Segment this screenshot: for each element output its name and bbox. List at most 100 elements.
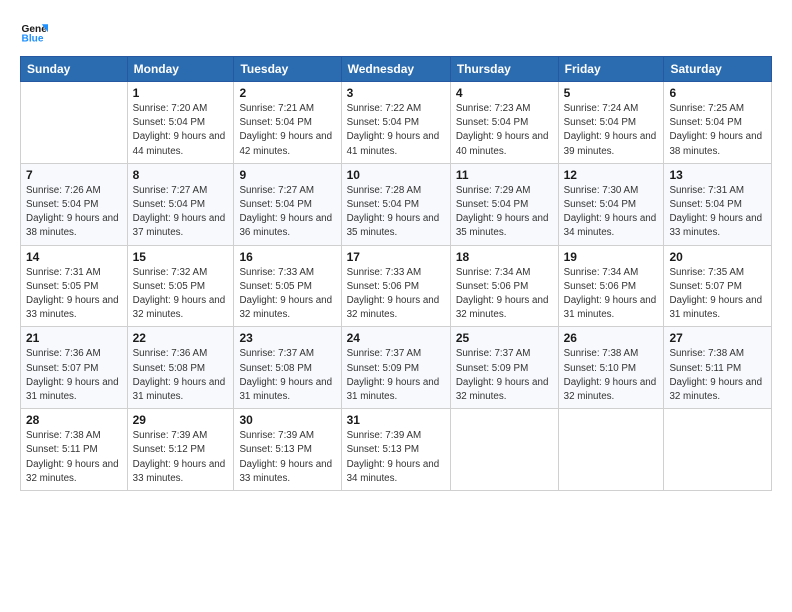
cell-day-number: 17 xyxy=(347,250,445,264)
cell-day-number: 7 xyxy=(26,168,122,182)
cell-info: Sunrise: 7:22 AMSunset: 5:04 PMDaylight:… xyxy=(347,102,445,159)
header-monday: Monday xyxy=(127,57,234,82)
cell-info: Sunrise: 7:38 AMSunset: 5:11 PMDaylight:… xyxy=(26,429,122,486)
cell-info: Sunrise: 7:29 AMSunset: 5:04 PMDaylight:… xyxy=(456,184,553,241)
calendar-cell xyxy=(558,409,664,491)
calendar-cell: 20Sunrise: 7:35 AMSunset: 5:07 PMDayligh… xyxy=(664,245,772,327)
calendar-cell: 21 Sunrise: 7:36 AMSunset: 5:07 PMDayligh… xyxy=(21,327,128,409)
cell-info: Sunrise: 7:25 AMSunset: 5:04 PMDaylight:… xyxy=(669,102,766,159)
header: General Blue xyxy=(20,18,772,46)
cell-info: Sunrise: 7:23 AMSunset: 5:04 PMDaylight:… xyxy=(456,102,553,159)
cell-info: Sunrise: 7:38 AMSunset: 5:11 PMDaylight:… xyxy=(669,347,766,404)
calendar-week-3: 21 Sunrise: 7:36 AMSunset: 5:07 PMDayligh… xyxy=(21,327,772,409)
cell-info: Sunrise: 7:37 AMSunset: 5:09 PMDaylight:… xyxy=(456,347,553,404)
cell-day-number: 25 xyxy=(456,331,553,345)
cell-day-number: 30 xyxy=(239,413,335,427)
calendar-cell: 24 Sunrise: 7:37 AMSunset: 5:09 PMDayligh… xyxy=(341,327,450,409)
cell-info: Sunrise: 7:31 AMSunset: 5:04 PMDaylight:… xyxy=(669,184,766,241)
calendar-cell: 12Sunrise: 7:30 AMSunset: 5:04 PMDayligh… xyxy=(558,163,664,245)
cell-day-number: 29 xyxy=(133,413,229,427)
cell-day-number: 18 xyxy=(456,250,553,264)
calendar-cell: 15 Sunrise: 7:32 AMSunset: 5:05 PMDayligh… xyxy=(127,245,234,327)
cell-day-number: 1 xyxy=(133,86,229,100)
calendar-cell: 1 Sunrise: 7:20 AMSunset: 5:04 PMDaylight… xyxy=(127,82,234,164)
calendar-cell: 11 Sunrise: 7:29 AMSunset: 5:04 PMDayligh… xyxy=(450,163,558,245)
cell-day-number: 4 xyxy=(456,86,553,100)
cell-day-number: 26 xyxy=(564,331,659,345)
header-sunday: Sunday xyxy=(21,57,128,82)
cell-day-number: 23 xyxy=(239,331,335,345)
cell-day-number: 20 xyxy=(669,250,766,264)
cell-day-number: 9 xyxy=(239,168,335,182)
cell-day-number: 11 xyxy=(456,168,553,182)
calendar-cell: 29 Sunrise: 7:39 AMSunset: 5:12 PMDayligh… xyxy=(127,409,234,491)
cell-info: Sunrise: 7:33 AMSunset: 5:06 PMDaylight:… xyxy=(347,266,445,323)
calendar-week-2: 14 Sunrise: 7:31 AMSunset: 5:05 PMDayligh… xyxy=(21,245,772,327)
calendar-cell: 10 Sunrise: 7:28 AMSunset: 5:04 PMDayligh… xyxy=(341,163,450,245)
header-wednesday: Wednesday xyxy=(341,57,450,82)
calendar-cell: 14 Sunrise: 7:31 AMSunset: 5:05 PMDayligh… xyxy=(21,245,128,327)
cell-info: Sunrise: 7:36 AMSunset: 5:07 PMDaylight:… xyxy=(26,347,122,404)
calendar-week-1: 7Sunrise: 7:26 AMSunset: 5:04 PMDaylight… xyxy=(21,163,772,245)
cell-day-number: 3 xyxy=(347,86,445,100)
calendar-cell: 4 Sunrise: 7:23 AMSunset: 5:04 PMDaylight… xyxy=(450,82,558,164)
cell-day-number: 8 xyxy=(133,168,229,182)
calendar-cell: 7Sunrise: 7:26 AMSunset: 5:04 PMDaylight… xyxy=(21,163,128,245)
cell-day-number: 22 xyxy=(133,331,229,345)
cell-info: Sunrise: 7:38 AMSunset: 5:10 PMDaylight:… xyxy=(564,347,659,404)
cell-info: Sunrise: 7:37 AMSunset: 5:09 PMDaylight:… xyxy=(347,347,445,404)
cell-day-number: 14 xyxy=(26,250,122,264)
cell-info: Sunrise: 7:33 AMSunset: 5:05 PMDaylight:… xyxy=(239,266,335,323)
cell-info: Sunrise: 7:20 AMSunset: 5:04 PMDaylight:… xyxy=(133,102,229,159)
calendar-cell: 26 Sunrise: 7:38 AMSunset: 5:10 PMDayligh… xyxy=(558,327,664,409)
header-friday: Friday xyxy=(558,57,664,82)
calendar-cell: 19 Sunrise: 7:34 AMSunset: 5:06 PMDayligh… xyxy=(558,245,664,327)
cell-info: Sunrise: 7:36 AMSunset: 5:08 PMDaylight:… xyxy=(133,347,229,404)
header-tuesday: Tuesday xyxy=(234,57,341,82)
calendar-cell: 13 Sunrise: 7:31 AMSunset: 5:04 PMDayligh… xyxy=(664,163,772,245)
header-saturday: Saturday xyxy=(664,57,772,82)
cell-day-number: 10 xyxy=(347,168,445,182)
cell-day-number: 24 xyxy=(347,331,445,345)
cell-day-number: 28 xyxy=(26,413,122,427)
calendar-week-4: 28 Sunrise: 7:38 AMSunset: 5:11 PMDayligh… xyxy=(21,409,772,491)
cell-info: Sunrise: 7:32 AMSunset: 5:05 PMDaylight:… xyxy=(133,266,229,323)
cell-info: Sunrise: 7:21 AMSunset: 5:04 PMDaylight:… xyxy=(239,102,335,159)
cell-info: Sunrise: 7:27 AMSunset: 5:04 PMDaylight:… xyxy=(133,184,229,241)
calendar-cell: 18 Sunrise: 7:34 AMSunset: 5:06 PMDayligh… xyxy=(450,245,558,327)
calendar-cell: 31Sunrise: 7:39 AMSunset: 5:13 PMDayligh… xyxy=(341,409,450,491)
calendar: SundayMondayTuesdayWednesdayThursdayFrid… xyxy=(20,56,772,491)
cell-info: Sunrise: 7:37 AMSunset: 5:08 PMDaylight:… xyxy=(239,347,335,404)
logo-icon: General Blue xyxy=(20,18,48,46)
cell-day-number: 21 xyxy=(26,331,122,345)
cell-day-number: 13 xyxy=(669,168,766,182)
logo: General Blue xyxy=(20,18,52,46)
cell-info: Sunrise: 7:39 AMSunset: 5:13 PMDaylight:… xyxy=(347,429,445,486)
cell-info: Sunrise: 7:39 AMSunset: 5:12 PMDaylight:… xyxy=(133,429,229,486)
cell-day-number: 12 xyxy=(564,168,659,182)
calendar-cell: 5Sunrise: 7:24 AMSunset: 5:04 PMDaylight… xyxy=(558,82,664,164)
cell-day-number: 16 xyxy=(239,250,335,264)
calendar-cell: 8 Sunrise: 7:27 AMSunset: 5:04 PMDaylight… xyxy=(127,163,234,245)
cell-day-number: 19 xyxy=(564,250,659,264)
calendar-cell: 3 Sunrise: 7:22 AMSunset: 5:04 PMDaylight… xyxy=(341,82,450,164)
cell-info: Sunrise: 7:39 AMSunset: 5:13 PMDaylight:… xyxy=(239,429,335,486)
calendar-cell: 17 Sunrise: 7:33 AMSunset: 5:06 PMDayligh… xyxy=(341,245,450,327)
calendar-cell xyxy=(664,409,772,491)
calendar-cell: 25 Sunrise: 7:37 AMSunset: 5:09 PMDayligh… xyxy=(450,327,558,409)
calendar-cell: 16 Sunrise: 7:33 AMSunset: 5:05 PMDayligh… xyxy=(234,245,341,327)
calendar-cell: 30 Sunrise: 7:39 AMSunset: 5:13 PMDayligh… xyxy=(234,409,341,491)
calendar-cell: 9 Sunrise: 7:27 AMSunset: 5:04 PMDaylight… xyxy=(234,163,341,245)
calendar-header-row: SundayMondayTuesdayWednesdayThursdayFrid… xyxy=(21,57,772,82)
calendar-cell: 23 Sunrise: 7:37 AMSunset: 5:08 PMDayligh… xyxy=(234,327,341,409)
cell-info: Sunrise: 7:28 AMSunset: 5:04 PMDaylight:… xyxy=(347,184,445,241)
cell-info: Sunrise: 7:31 AMSunset: 5:05 PMDaylight:… xyxy=(26,266,122,323)
calendar-cell: 27Sunrise: 7:38 AMSunset: 5:11 PMDayligh… xyxy=(664,327,772,409)
cell-info: Sunrise: 7:34 AMSunset: 5:06 PMDaylight:… xyxy=(456,266,553,323)
cell-info: Sunrise: 7:34 AMSunset: 5:06 PMDaylight:… xyxy=(564,266,659,323)
cell-info: Sunrise: 7:27 AMSunset: 5:04 PMDaylight:… xyxy=(239,184,335,241)
cell-day-number: 15 xyxy=(133,250,229,264)
calendar-week-0: 1 Sunrise: 7:20 AMSunset: 5:04 PMDaylight… xyxy=(21,82,772,164)
calendar-cell: 2Sunrise: 7:21 AMSunset: 5:04 PMDaylight… xyxy=(234,82,341,164)
svg-text:Blue: Blue xyxy=(22,33,44,44)
